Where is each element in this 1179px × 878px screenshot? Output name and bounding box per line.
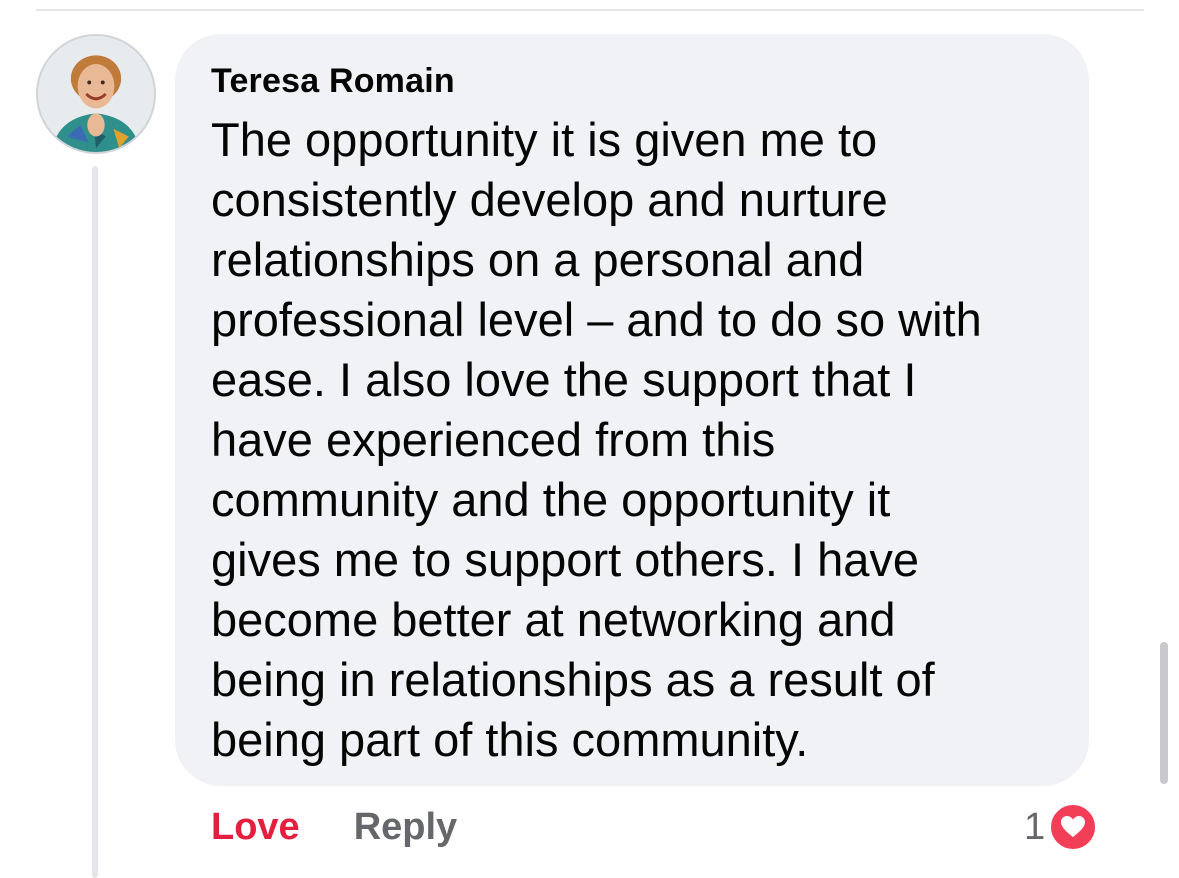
scrollbar[interactable] <box>1160 642 1168 784</box>
reply-button[interactable]: Reply <box>354 806 457 849</box>
comment-line: being part of this community. <box>211 713 809 766</box>
comment-line: gives me to support others. I have <box>211 533 919 586</box>
comment-thread: Teresa Romain The opportunity it is give… <box>0 0 1179 878</box>
comment-author[interactable]: Teresa Romain <box>211 60 1059 102</box>
comment-line: consistently develop and nurture <box>211 173 888 226</box>
comment-line: relationships on a personal and <box>211 233 865 286</box>
comment-line: being in relationships as a result of <box>211 653 935 706</box>
divider <box>36 9 1144 11</box>
comment-bubble: Teresa Romain The opportunity it is give… <box>175 34 1089 786</box>
comment-line: professional level – and to do so with <box>211 293 982 346</box>
reaction-count: 1 <box>1024 805 1046 848</box>
comment-line: become better at networking and <box>211 593 896 646</box>
comment-line: ease. I also love the support that I <box>211 353 917 406</box>
comment-line: The opportunity it is given me to <box>211 113 878 166</box>
profile-photo-icon <box>38 36 154 152</box>
comment-text: The opportunity it is given me to consis… <box>211 110 1071 770</box>
thread-line <box>92 166 98 878</box>
comment-line: community and the opportunity it <box>211 473 891 526</box>
comment-actions: Love Reply <box>211 800 457 854</box>
avatar[interactable] <box>36 34 156 154</box>
reaction-summary[interactable]: 1 <box>1024 798 1100 856</box>
heart-icon <box>1047 801 1100 853</box>
love-button[interactable]: Love <box>211 806 300 849</box>
comment-line: have experienced from this <box>211 413 776 466</box>
